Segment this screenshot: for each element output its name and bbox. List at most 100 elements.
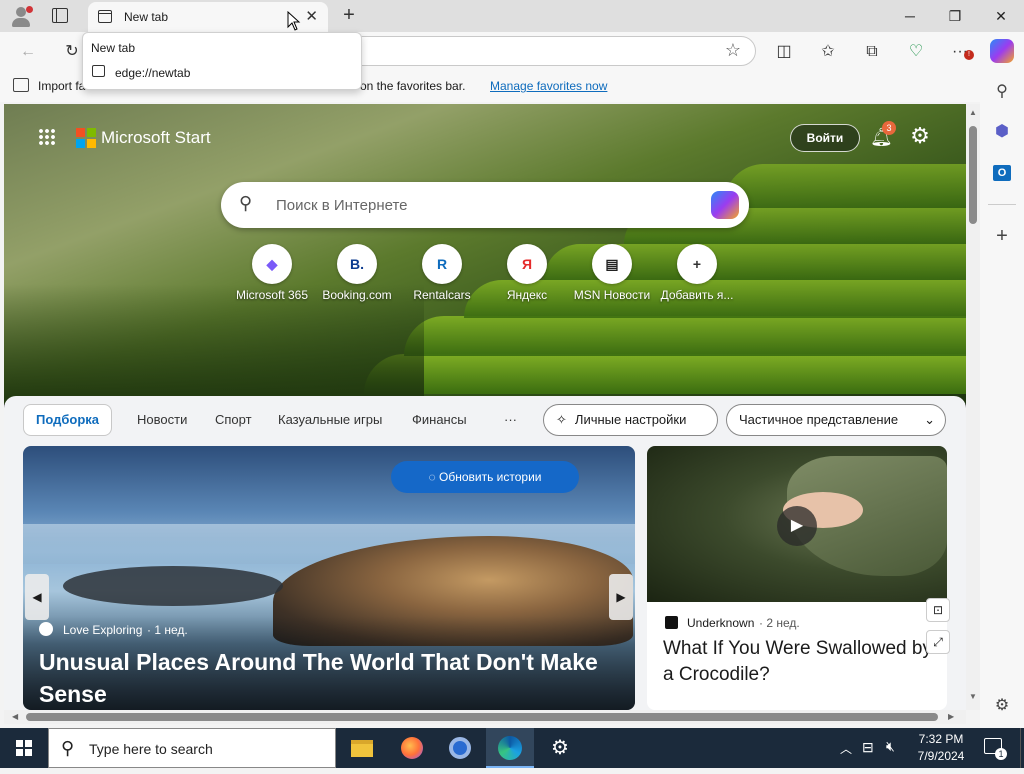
- quick-link-icon: B.: [337, 244, 377, 284]
- new-tab-icon[interactable]: +: [338, 4, 360, 26]
- horizontal-scroll-thumb[interactable]: [26, 713, 938, 721]
- split-screen-icon[interactable]: ◫: [772, 40, 796, 64]
- firefox-icon[interactable]: [388, 728, 436, 768]
- windows-taskbar: ⚲ Type here to search ⚙ ︿ ⊟ 🔇︎ 7:32 PM 7…: [0, 728, 1024, 768]
- edge-icon[interactable]: [486, 728, 534, 768]
- web-search-box[interactable]: ⚲ Поиск в Интернете: [221, 182, 749, 228]
- personalize-button[interactable]: ✧ Личные настройки: [543, 404, 718, 436]
- card2-source[interactable]: Underknown: [687, 616, 754, 630]
- notification-badge: 3: [882, 121, 896, 135]
- card1-source[interactable]: Love Exploring: [63, 623, 142, 637]
- quick-link-icon: ▤: [592, 244, 632, 284]
- favorite-star-icon[interactable]: ☆: [725, 40, 741, 61]
- tab-sports[interactable]: Спорт: [215, 412, 252, 427]
- browser-essentials-icon[interactable]: ♡: [904, 40, 928, 64]
- sidebar-settings-icon[interactable]: ⚙: [990, 694, 1014, 718]
- taskbar-search-box[interactable]: ⚲ Type here to search: [48, 728, 336, 768]
- refresh-stories-button[interactable]: ◌ Обновить истории: [391, 461, 579, 493]
- story-card-main[interactable]: ◌ Обновить истории ◀ ▶ Love Exploring · …: [23, 446, 635, 710]
- hero-background: Microsoft Start Войти 🔔︎ 3 ⚙ ⚲ Поиск в И…: [4, 104, 966, 404]
- video-thumbnail: ▶: [647, 446, 947, 602]
- settings-app-icon[interactable]: ⚙: [536, 728, 584, 768]
- scroll-right-icon[interactable]: ▶: [948, 712, 954, 721]
- import-favorites-link[interactable]: Import fa: [38, 79, 85, 93]
- start-button[interactable]: [0, 728, 48, 768]
- refresh-icon[interactable]: ↻: [60, 40, 84, 64]
- import-icon[interactable]: [13, 78, 29, 92]
- microsoft-365-icon[interactable]: ⬢: [990, 120, 1014, 144]
- story-card-side[interactable]: ▶ Underknown · 2 нед. What If You Were S…: [647, 446, 947, 710]
- quick-link[interactable]: ◆ Microsoft 365: [230, 244, 314, 302]
- settings-gear-icon[interactable]: ⚙: [908, 124, 932, 148]
- quick-link[interactable]: Я Яндекс: [485, 244, 569, 302]
- close-window-icon[interactable]: ✕: [981, 4, 1021, 28]
- brand-title[interactable]: Microsoft Start: [101, 128, 211, 148]
- copilot-icon[interactable]: [711, 191, 739, 219]
- quick-link[interactable]: + Добавить я...: [655, 244, 739, 302]
- file-explorer-icon[interactable]: [338, 728, 386, 768]
- search-placeholder: Поиск в Интернете: [276, 197, 408, 214]
- tab-featured[interactable]: Подборка: [23, 404, 113, 436]
- tab-hover-card: New tab edge://newtab: [82, 32, 362, 90]
- carousel-prev-button[interactable]: ◀: [25, 574, 49, 620]
- restore-icon[interactable]: ❐: [935, 4, 975, 28]
- play-icon[interactable]: ▶: [777, 506, 817, 546]
- scroll-down-icon[interactable]: ▼: [969, 692, 977, 701]
- more-tabs-button[interactable]: ···: [504, 412, 517, 427]
- card1-headline[interactable]: Unusual Places Around The World That Don…: [39, 646, 619, 710]
- scroll-up-icon[interactable]: ▲: [969, 108, 977, 117]
- horizontal-scrollbar[interactable]: ◀ ▶: [4, 710, 966, 724]
- expand-icon[interactable]: ⤢: [926, 630, 950, 654]
- notification-count: 1: [995, 748, 1007, 760]
- manage-favorites-link[interactable]: Manage favorites now: [490, 79, 607, 93]
- microsoft-logo-icon: [76, 128, 96, 148]
- outlook-icon[interactable]: O: [990, 160, 1014, 184]
- profile-icon[interactable]: [10, 6, 33, 28]
- more-options-icon[interactable]: ··· !: [948, 40, 974, 64]
- quick-link-label: Microsoft 365: [235, 288, 309, 302]
- feedback-icon[interactable]: ⊡: [926, 598, 950, 622]
- popup-url: edge://newtab: [115, 66, 191, 80]
- card2-age: · 2 нед.: [759, 616, 800, 630]
- close-tab-icon[interactable]: ✕: [305, 7, 318, 25]
- tab-actions-icon[interactable]: [52, 8, 68, 23]
- tab-finance[interactable]: Финансы: [412, 412, 467, 427]
- chrome-icon[interactable]: [436, 728, 484, 768]
- refresh-label: Обновить истории: [438, 470, 542, 484]
- search-icon: ⚲: [61, 738, 75, 758]
- favorites-icon[interactable]: ✩: [816, 40, 840, 64]
- quick-link[interactable]: B. Booking.com: [315, 244, 399, 302]
- minimize-icon[interactable]: ─: [890, 4, 930, 28]
- clock-time[interactable]: 7:32 PM: [916, 732, 966, 746]
- back-icon[interactable]: ←: [16, 40, 40, 64]
- copilot-icon[interactable]: [990, 39, 1014, 63]
- show-desktop-button[interactable]: [1020, 728, 1024, 768]
- search-icon[interactable]: ⚲: [990, 80, 1014, 104]
- quick-link[interactable]: R Rentalcars: [400, 244, 484, 302]
- add-sidebar-app-icon[interactable]: +: [990, 224, 1014, 248]
- signin-button[interactable]: Войти: [790, 124, 860, 152]
- source-logo-icon: [39, 622, 53, 636]
- favbar-hint: re on the favorites bar.: [346, 79, 466, 93]
- notifications-icon[interactable]: 🔔︎ 3: [870, 121, 896, 148]
- apps-launcher-icon[interactable]: [38, 128, 56, 146]
- alert-badge: !: [964, 50, 974, 60]
- quick-link-label: Rentalcars: [413, 288, 471, 302]
- notification-center-icon[interactable]: 1: [984, 738, 1007, 760]
- view-mode-dropdown[interactable]: Частичное представление ⌄: [726, 404, 946, 436]
- carousel-next-button[interactable]: ▶: [609, 574, 633, 620]
- quick-link-label: Booking.com: [322, 288, 392, 302]
- popup-title: New tab: [91, 41, 136, 55]
- collections-icon[interactable]: ⧉: [860, 40, 884, 64]
- vertical-scrollbar[interactable]: ▲ ▼: [966, 104, 980, 710]
- tab-casual-games[interactable]: Казуальные игры: [278, 412, 382, 427]
- vertical-scroll-thumb[interactable]: [969, 126, 977, 224]
- clock-date[interactable]: 7/9/2024: [912, 749, 970, 763]
- tab-news[interactable]: Новости: [137, 412, 187, 427]
- quick-link[interactable]: ▤ MSN Новости: [570, 244, 654, 302]
- volume-muted-icon[interactable]: 🔇︎: [886, 738, 895, 755]
- network-icon[interactable]: ⊟: [862, 739, 874, 756]
- show-hidden-icons[interactable]: ︿: [840, 740, 852, 757]
- scroll-left-icon[interactable]: ◀: [12, 712, 18, 721]
- card2-headline[interactable]: What If You Were Swallowed by a Crocodil…: [663, 636, 933, 688]
